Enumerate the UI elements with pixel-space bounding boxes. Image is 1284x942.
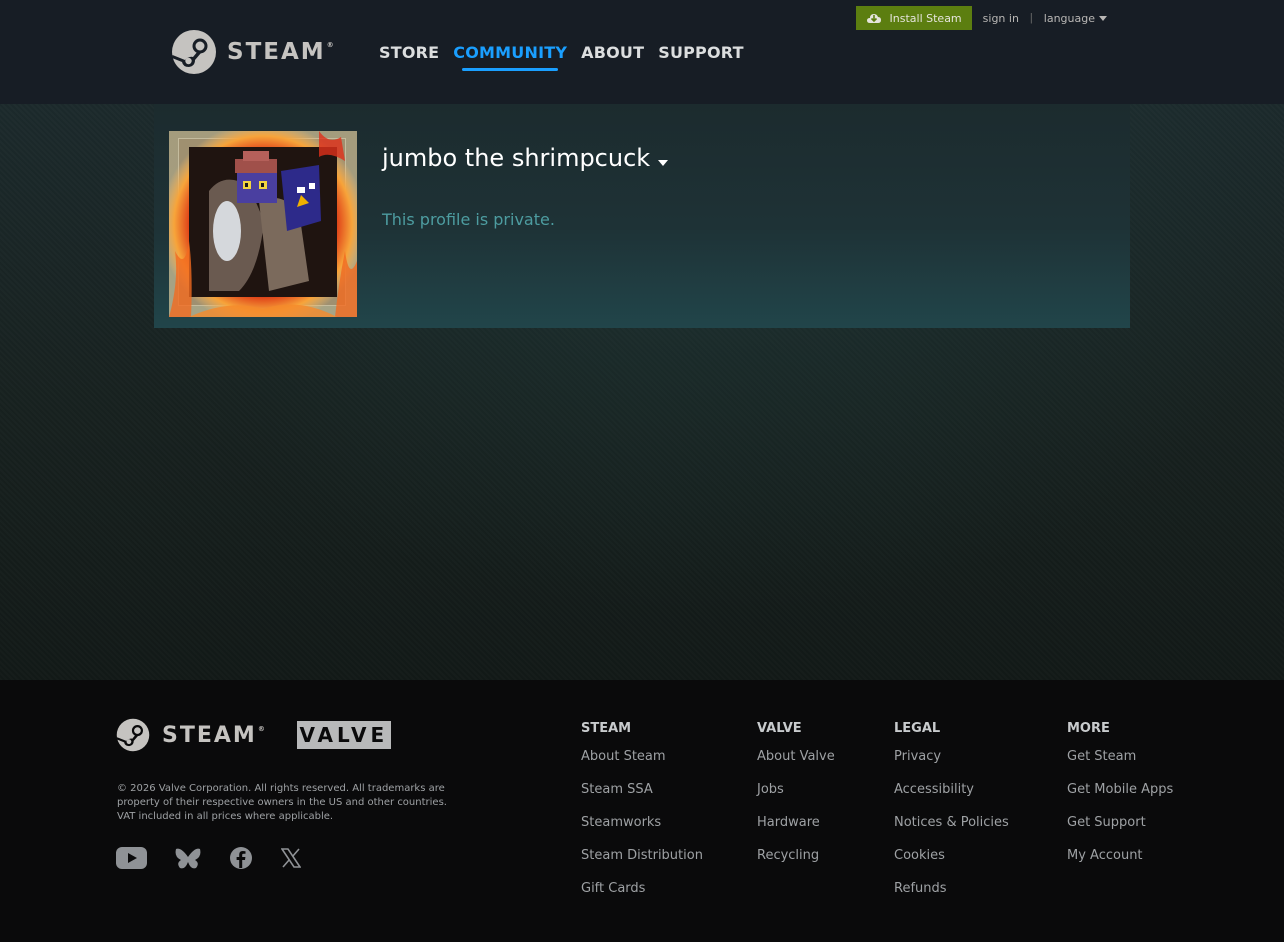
nav-community[interactable]: COMMUNITY (453, 43, 567, 71)
footer-link-steam-ssa[interactable]: Steam SSA (581, 780, 703, 813)
footer-link-privacy[interactable]: Privacy (894, 747, 1009, 780)
footer-link-jobs[interactable]: Jobs (757, 780, 835, 813)
persona-name-text: jumbo the shrimpcuck (382, 144, 651, 172)
footer-link-about-steam[interactable]: About Steam (581, 747, 703, 780)
footer-col-valve: VALVE About Valve Jobs Hardware Recyclin… (757, 721, 835, 879)
nav-about[interactable]: ABOUT (581, 43, 644, 62)
footer-steam-logo-text: STEAM® (162, 722, 267, 748)
caret-down-icon (1099, 15, 1107, 21)
footer-link-get-support[interactable]: Get Support (1067, 813, 1173, 846)
footer-col-heading: VALVE (757, 721, 802, 736)
footer-col-heading: LEGAL (894, 721, 941, 736)
bluesky-icon[interactable] (175, 847, 201, 870)
avatar-flame-frame-image (169, 131, 357, 317)
install-steam-button[interactable]: Install Steam (855, 6, 972, 30)
language-label: language (1043, 11, 1095, 25)
footer-col-steam: STEAM About Steam Steam SSA Steamworks S… (581, 721, 703, 912)
footer-col-heading: STEAM (581, 721, 632, 736)
footer-link-my-account[interactable]: My Account (1067, 846, 1173, 879)
footer-col-legal: LEGAL Privacy Accessibility Notices & Po… (894, 721, 1009, 912)
nav-support[interactable]: SUPPORT (658, 43, 744, 62)
profile-page: jumbo the shrimpcuck This profile is pri… (0, 104, 1284, 680)
youtube-icon[interactable] (116, 847, 147, 869)
footer-col-heading: MORE (1067, 721, 1110, 736)
footer-link-refunds[interactable]: Refunds (894, 879, 1009, 912)
social-links (116, 846, 329, 870)
global-footer: STEAM® VALVE © 2026 Valve Corporation. A… (0, 680, 1284, 942)
footer-link-gift-cards[interactable]: Gift Cards (581, 879, 703, 912)
x-icon[interactable] (281, 848, 301, 868)
footer-link-get-steam[interactable]: Get Steam (1067, 747, 1173, 780)
footer-link-notices-policies[interactable]: Notices & Policies (894, 813, 1009, 846)
language-dropdown[interactable]: language (1044, 12, 1107, 25)
caret-down-icon (658, 160, 669, 166)
footer-link-get-mobile-apps[interactable]: Get Mobile Apps (1067, 780, 1173, 813)
copyright-text: © 2026 Valve Corporation. All rights res… (117, 783, 447, 822)
footer-link-steam-distribution[interactable]: Steam Distribution (581, 846, 703, 879)
footer-link-hardware[interactable]: Hardware (757, 813, 835, 846)
global-actions: Install Steam sign in | language (855, 6, 1107, 30)
valve-logo[interactable]: VALVE (296, 721, 391, 749)
footer-link-cookies[interactable]: Cookies (894, 846, 1009, 879)
footer-col-more: MORE Get Steam Get Mobile Apps Get Suppo… (1067, 721, 1173, 879)
persona-name[interactable]: jumbo the shrimpcuck (382, 144, 669, 172)
footer-link-steamworks[interactable]: Steamworks (581, 813, 703, 846)
footer-link-recycling[interactable]: Recycling (757, 846, 835, 879)
facebook-icon[interactable] (229, 846, 253, 870)
steam-logo[interactable]: STEAM® (171, 29, 336, 75)
download-cloud-icon (866, 14, 881, 23)
header-separator: | (1029, 12, 1033, 24)
steam-logo-text: STEAM® (227, 39, 336, 65)
steam-logo-icon (172, 30, 216, 74)
install-steam-label: Install Steam (889, 11, 962, 25)
nav-store[interactable]: STORE (379, 43, 439, 62)
main-nav: STORE COMMUNITY ABOUT SUPPORT (379, 43, 744, 71)
steam-logo-icon[interactable] (116, 718, 150, 752)
footer-link-about-valve[interactable]: About Valve (757, 747, 835, 780)
profile-header: jumbo the shrimpcuck This profile is pri… (154, 104, 1130, 328)
sign-in-link[interactable]: sign in (983, 12, 1019, 25)
profile-avatar (169, 131, 357, 317)
global-header: STEAM® STORE COMMUNITY ABOUT SUPPORT Ins… (0, 0, 1284, 104)
private-profile-message: This profile is private. (382, 210, 555, 229)
footer-link-accessibility[interactable]: Accessibility (894, 780, 1009, 813)
footer-logos: STEAM® VALVE (116, 718, 391, 752)
